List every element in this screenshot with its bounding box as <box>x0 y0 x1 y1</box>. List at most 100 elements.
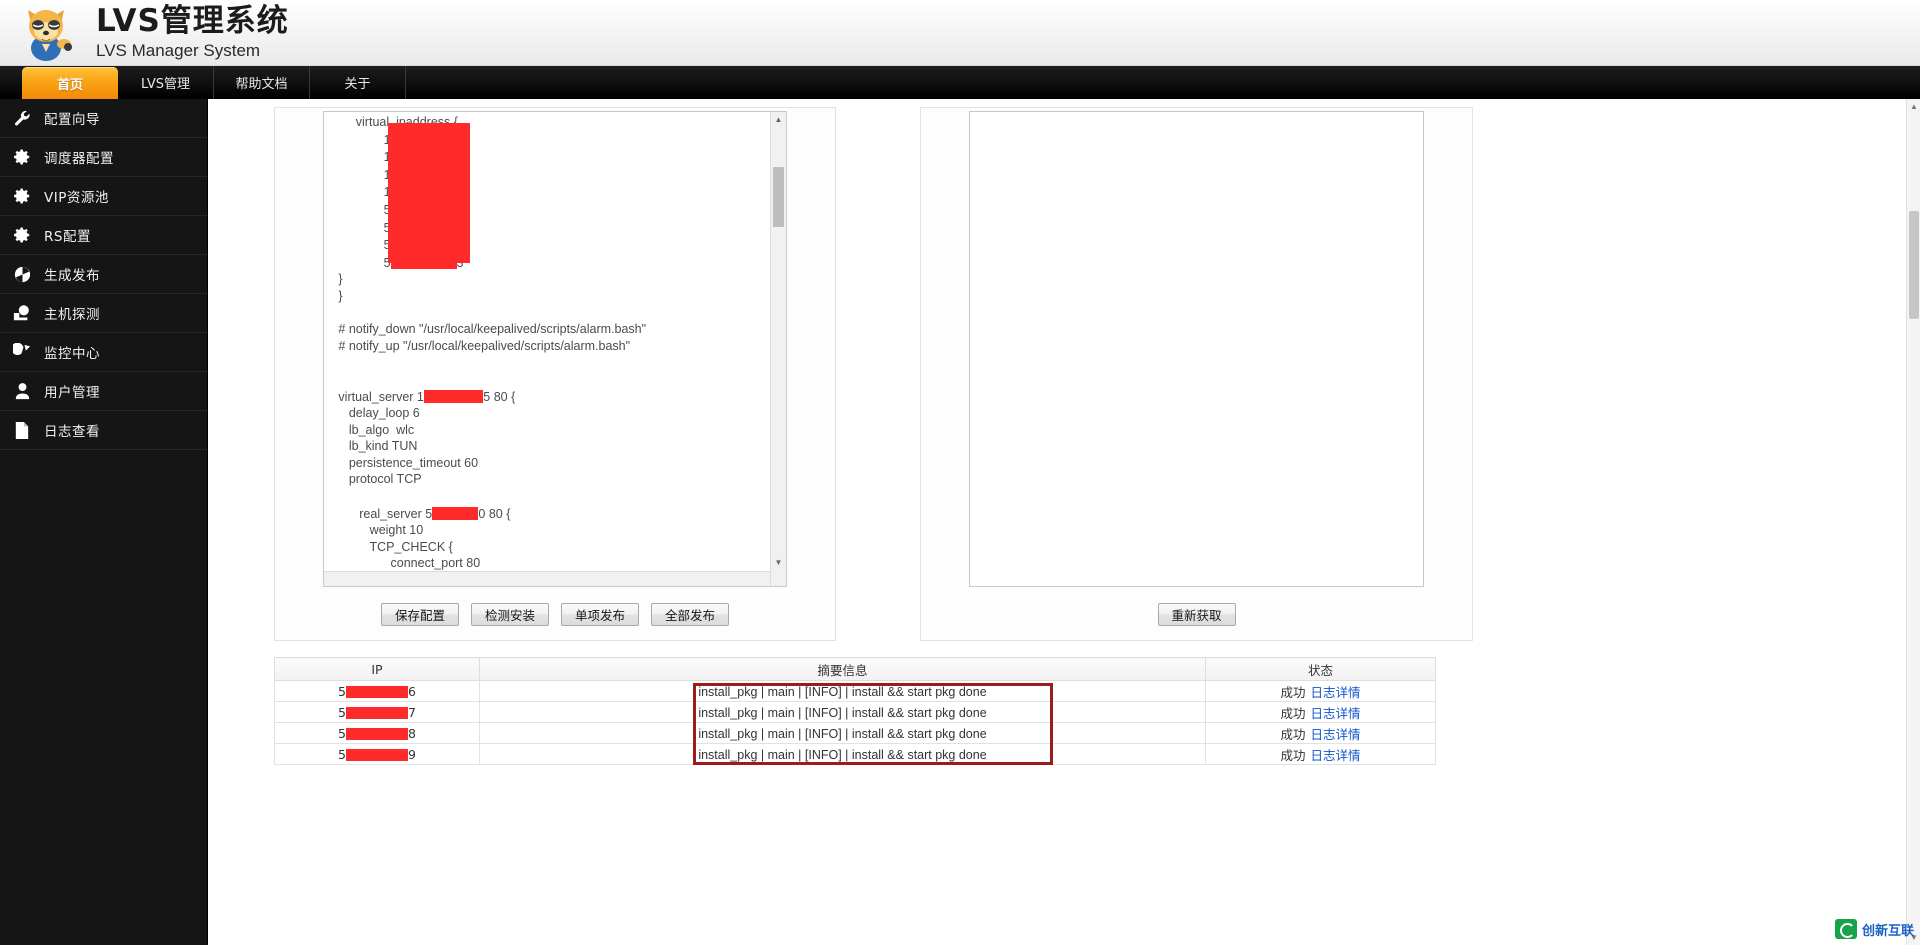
document-icon <box>0 421 44 440</box>
sidebar-item-host-probe[interactable]: 主机探测 <box>0 294 207 333</box>
table-row[interactable]: 56 install_pkg | main | [INFO] | install… <box>274 680 1436 702</box>
ip-suffix: 8 <box>408 725 416 741</box>
pie-chart-icon <box>0 342 44 362</box>
summary-text: install_pkg | main | [INFO] | install &&… <box>698 747 987 762</box>
log-table: IP 摘要信息 状态 56 install_pkg | main | [INFO… <box>274 657 1436 765</box>
status-badge: 成功 <box>1280 684 1306 700</box>
column-header-summary: 摘要信息 <box>479 657 1206 681</box>
column-header-ip: IP <box>274 657 480 681</box>
summary-text: install_pkg | main | [INFO] | install &&… <box>698 726 987 741</box>
scroll-up-arrow[interactable]: ▲ <box>771 112 786 127</box>
panels-row: virtual_ipaddress { 115 116 117 118 55 5… <box>208 99 1920 641</box>
log-detail-link[interactable]: 日志详情 <box>1311 727 1361 742</box>
table-row[interactable]: 57 install_pkg | main | [INFO] | install… <box>274 701 1436 723</box>
body-wrapper: 配置向导 调度器配置 VIP资源池 RS配置 生成发布 主机探测 监控中心 用户… <box>0 99 1920 945</box>
host-probe-icon <box>0 304 44 322</box>
cell-status: 成功 日志详情 <box>1205 743 1436 765</box>
watermark-logo-icon <box>1834 919 1857 939</box>
app-title-en: LVS Manager System <box>96 41 261 60</box>
gear-icon <box>0 226 44 244</box>
main-content: virtual_ipaddress { 115 116 117 118 55 5… <box>208 99 1920 945</box>
table-header-row: IP 摘要信息 状态 <box>274 657 1436 681</box>
gear-icon <box>0 148 44 166</box>
sidebar-item-rs-config[interactable]: RS配置 <box>0 216 207 255</box>
nav-tab-lvs-manage[interactable]: LVS管理 <box>118 66 214 99</box>
sidebar-item-label: 配置向导 <box>44 112 100 128</box>
check-install-button[interactable]: 检测安装 <box>471 603 549 626</box>
ip-redaction <box>346 685 408 698</box>
sidebar-item-label: 主机探测 <box>44 307 100 323</box>
table-row[interactable]: 58 install_pkg | main | [INFO] | install… <box>274 722 1436 744</box>
wrench-icon <box>0 109 44 128</box>
status-badge: 成功 <box>1280 726 1306 742</box>
config-vertical-scrollbar[interactable]: ▲ ▼ <box>770 112 786 586</box>
ip-redaction <box>346 748 408 761</box>
app-header: LVS管理系统 LVS Manager System <box>0 0 1920 66</box>
refetch-button[interactable]: 重新获取 <box>1157 603 1236 626</box>
top-navigation: 首页 LVS管理 帮助文档 关于 <box>0 66 1920 99</box>
sidebar-item-monitor-center[interactable]: 监控中心 <box>0 333 207 372</box>
sidebar-item-config-wizard[interactable]: 配置向导 <box>0 99 207 138</box>
sidebar-item-label: VIP资源池 <box>44 190 109 206</box>
sidebar-item-label: 调度器配置 <box>44 151 114 167</box>
scroll-thumb[interactable] <box>773 167 784 227</box>
sidebar-item-label: 日志查看 <box>44 424 100 440</box>
raccoon-mascot-logo <box>18 4 74 62</box>
cell-ip: 59 <box>274 743 480 765</box>
nav-tab-help-docs[interactable]: 帮助文档 <box>214 66 310 99</box>
page-scroll-up-arrow[interactable]: ▲ <box>1908 100 1920 113</box>
cell-summary: install_pkg | main | [INFO] | install &&… <box>479 743 1206 765</box>
ip-prefix: 5 <box>338 746 346 762</box>
config-button-row: 保存配置 检测安装 单项发布 全部发布 <box>275 603 835 626</box>
sidebar-item-user-management[interactable]: 用户管理 <box>0 372 207 411</box>
remote-button-row: 重新获取 <box>921 603 1472 626</box>
nav-tab-home[interactable]: 首页 <box>22 67 118 99</box>
ip-suffix: 9 <box>408 746 416 762</box>
log-table-wrapper: IP 摘要信息 状态 56 install_pkg | main | [INFO… <box>274 657 1436 765</box>
remote-config-textarea[interactable] <box>969 111 1424 587</box>
config-editor-card: virtual_ipaddress { 115 116 117 118 55 5… <box>274 107 836 641</box>
refresh-icon <box>0 265 44 284</box>
sidebar-item-log-view[interactable]: 日志查看 <box>0 411 207 450</box>
nav-tab-about[interactable]: 关于 <box>310 66 406 99</box>
log-detail-link[interactable]: 日志详情 <box>1311 685 1361 700</box>
sidebar-item-vip-pool[interactable]: VIP资源池 <box>0 177 207 216</box>
page-scroll-thumb[interactable] <box>1909 211 1919 319</box>
summary-text: install_pkg | main | [INFO] | install &&… <box>698 684 987 699</box>
sidebar-item-label: RS配置 <box>44 229 91 245</box>
app-title-block: LVS管理系统 LVS Manager System <box>96 3 289 60</box>
sidebar-item-label: 生成发布 <box>44 268 100 284</box>
cell-summary: install_pkg | main | [INFO] | install &&… <box>479 701 1206 723</box>
remote-config-card: 重新获取 <box>920 107 1473 641</box>
page-scrollbar[interactable]: ▲ ▼ <box>1906 99 1920 945</box>
cell-summary: install_pkg | main | [INFO] | install &&… <box>479 680 1206 702</box>
watermark-text: 创新互联 <box>1861 923 1914 939</box>
scroll-down-arrow[interactable]: ▼ <box>771 555 786 570</box>
sidebar-item-scheduler-config[interactable]: 调度器配置 <box>0 138 207 177</box>
redaction-overlay-vip-list <box>388 123 470 263</box>
sidebar-item-generate-publish[interactable]: 生成发布 <box>0 255 207 294</box>
config-horizontal-scrollbar[interactable] <box>324 571 770 586</box>
user-icon <box>0 382 44 400</box>
cell-ip: 58 <box>274 722 480 744</box>
cell-status: 成功 日志详情 <box>1205 701 1436 723</box>
gear-icon <box>0 187 44 205</box>
cell-ip: 57 <box>274 701 480 723</box>
table-row[interactable]: 59 install_pkg | main | [INFO] | install… <box>274 743 1436 765</box>
ip-suffix: 6 <box>408 683 416 699</box>
app-title-cn: LVS管理系统 <box>96 3 289 39</box>
status-badge: 成功 <box>1280 705 1306 721</box>
ip-redaction <box>346 706 408 719</box>
redaction-mask <box>423 389 484 403</box>
sidebar-item-label: 用户管理 <box>44 385 100 401</box>
single-publish-button[interactable]: 单项发布 <box>561 603 639 626</box>
log-detail-link[interactable]: 日志详情 <box>1311 706 1361 721</box>
ip-prefix: 5 <box>338 704 346 720</box>
sidebar-navigation: 配置向导 调度器配置 VIP资源池 RS配置 生成发布 主机探测 监控中心 用户… <box>0 99 208 945</box>
publish-all-button[interactable]: 全部发布 <box>651 603 729 626</box>
nav-left-spacer <box>0 66 22 99</box>
save-config-button[interactable]: 保存配置 <box>381 603 459 626</box>
ip-redaction <box>346 727 408 740</box>
log-detail-link[interactable]: 日志详情 <box>1311 748 1361 763</box>
cell-status: 成功 日志详情 <box>1205 680 1436 702</box>
